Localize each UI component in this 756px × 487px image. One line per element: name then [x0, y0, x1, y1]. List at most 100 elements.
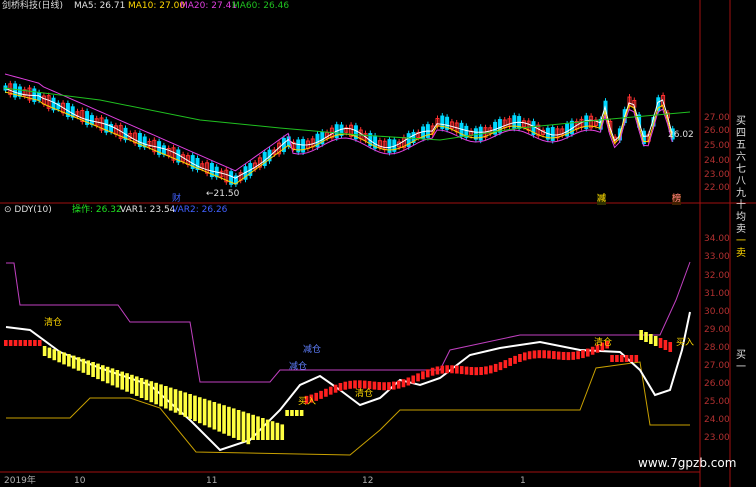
event-tag[interactable]: 财 — [172, 194, 181, 205]
indicator-bar — [396, 380, 401, 389]
indicator-bar — [343, 381, 348, 390]
ma5-label: MA5: 26.71 — [74, 1, 126, 11]
side-label: 买 — [736, 116, 746, 127]
signal-annotation: 买入 — [676, 338, 695, 348]
indicator-bar — [634, 355, 639, 362]
event-tag[interactable]: 减 — [597, 194, 607, 205]
indicator-bar — [547, 350, 551, 359]
indicator-bar — [101, 365, 105, 382]
indicator-bar — [241, 411, 246, 443]
indicator-icon: ⊙ — [4, 205, 15, 215]
time-tick: 11 — [206, 476, 218, 486]
indicator-bar — [498, 362, 503, 371]
indicator-bar — [469, 367, 474, 376]
indicator-bar — [295, 410, 299, 416]
indicator-bar — [299, 410, 304, 416]
indicator-title: ⊙ DDY(10) — [4, 205, 52, 215]
indicator-bar — [183, 392, 188, 417]
candle-body — [161, 145, 166, 155]
indicator-bar — [653, 336, 658, 346]
op-label: 操作: 26.32 — [72, 205, 122, 215]
indicator-bar — [353, 380, 357, 389]
y-tick: 29.00 — [704, 325, 730, 335]
indicator-bar — [115, 370, 120, 388]
indicator-bar — [285, 410, 289, 416]
indicator-bar — [377, 382, 382, 391]
indicator-bar — [319, 390, 323, 399]
chart-canvas — [0, 0, 756, 487]
indicator-bar — [522, 352, 527, 361]
indicator-bar — [149, 381, 154, 403]
indicator-bar — [358, 380, 362, 389]
indicator-bar — [275, 422, 280, 440]
indicator-bar — [445, 365, 449, 374]
indicator-bar — [619, 355, 624, 362]
y-tick: 32.00 — [704, 271, 730, 281]
candle-body — [550, 127, 555, 141]
time-tick: 10 — [74, 476, 86, 486]
indicator-bar — [280, 424, 285, 440]
side-label: 七 — [736, 164, 746, 175]
signal-annotation: 清仓 — [44, 318, 63, 328]
indicator-bar — [362, 380, 367, 389]
side-label: 卖 — [736, 224, 746, 235]
indicator-bar — [392, 381, 396, 390]
indicator-bar — [493, 363, 498, 372]
indicator-bar — [37, 340, 42, 346]
indicator-bar — [23, 340, 27, 346]
indicator-bar — [86, 360, 91, 375]
indicator-bar — [227, 406, 231, 436]
y-tick: 24.00 — [704, 415, 730, 425]
indicator-bar — [658, 338, 663, 348]
indicator-bar — [552, 351, 556, 360]
indicator-bar — [328, 386, 333, 395]
side-label: 一 — [736, 236, 746, 247]
indicator-bar — [382, 382, 386, 391]
signal-annotation: 减仓 — [289, 362, 308, 372]
indicator-bar — [649, 334, 653, 344]
indicator-bar — [348, 380, 352, 389]
indicator-bar — [18, 340, 23, 346]
indicator-bar — [615, 355, 619, 362]
indicator-bar — [464, 366, 469, 375]
indicator-bar — [144, 379, 149, 401]
indicator-bar — [130, 374, 134, 394]
indicator-bar — [236, 410, 241, 440]
indicator-bar — [76, 357, 81, 371]
indicator-bar — [57, 350, 61, 363]
y-tick: 28.00 — [704, 343, 730, 353]
indicator-bar — [333, 384, 338, 393]
low-price-marker: ←21.50 — [206, 189, 240, 199]
indicator-bar — [440, 365, 445, 374]
indicator-bar — [527, 351, 532, 360]
indicator-bar — [663, 340, 668, 350]
event-tag[interactable]: 榜 — [672, 194, 682, 205]
indicator-bar — [668, 342, 673, 352]
indicator-bar — [212, 402, 217, 430]
candle-body — [89, 115, 94, 125]
indicator-bar — [193, 395, 197, 422]
y-tick: 25.00 — [704, 397, 730, 407]
indicator-bar — [120, 371, 124, 390]
indicator-bar — [542, 350, 546, 359]
indicator-bar — [430, 367, 435, 376]
indicator-bar — [571, 351, 576, 360]
indicator-bar — [198, 397, 202, 424]
last-price-marker: 26.02 — [668, 130, 694, 140]
indicator-bar — [67, 354, 71, 367]
side-label: 一 — [736, 362, 746, 373]
indicator-bar — [188, 394, 192, 419]
indicator-bar — [401, 379, 406, 388]
indicator-bar — [576, 351, 580, 360]
y-tick: 31.00 — [704, 289, 730, 299]
indicator-bar — [372, 381, 377, 390]
indicator-bar — [624, 355, 629, 362]
indicator-bar — [518, 353, 522, 362]
side-label: 卖 — [736, 248, 746, 259]
candle-body — [17, 86, 22, 97]
indicator-bar — [581, 350, 585, 359]
side-label: 八 — [736, 176, 746, 187]
side-label: 九 — [736, 188, 746, 199]
ma5-value: 26.71 — [99, 1, 126, 11]
indicator-bar — [556, 351, 561, 360]
